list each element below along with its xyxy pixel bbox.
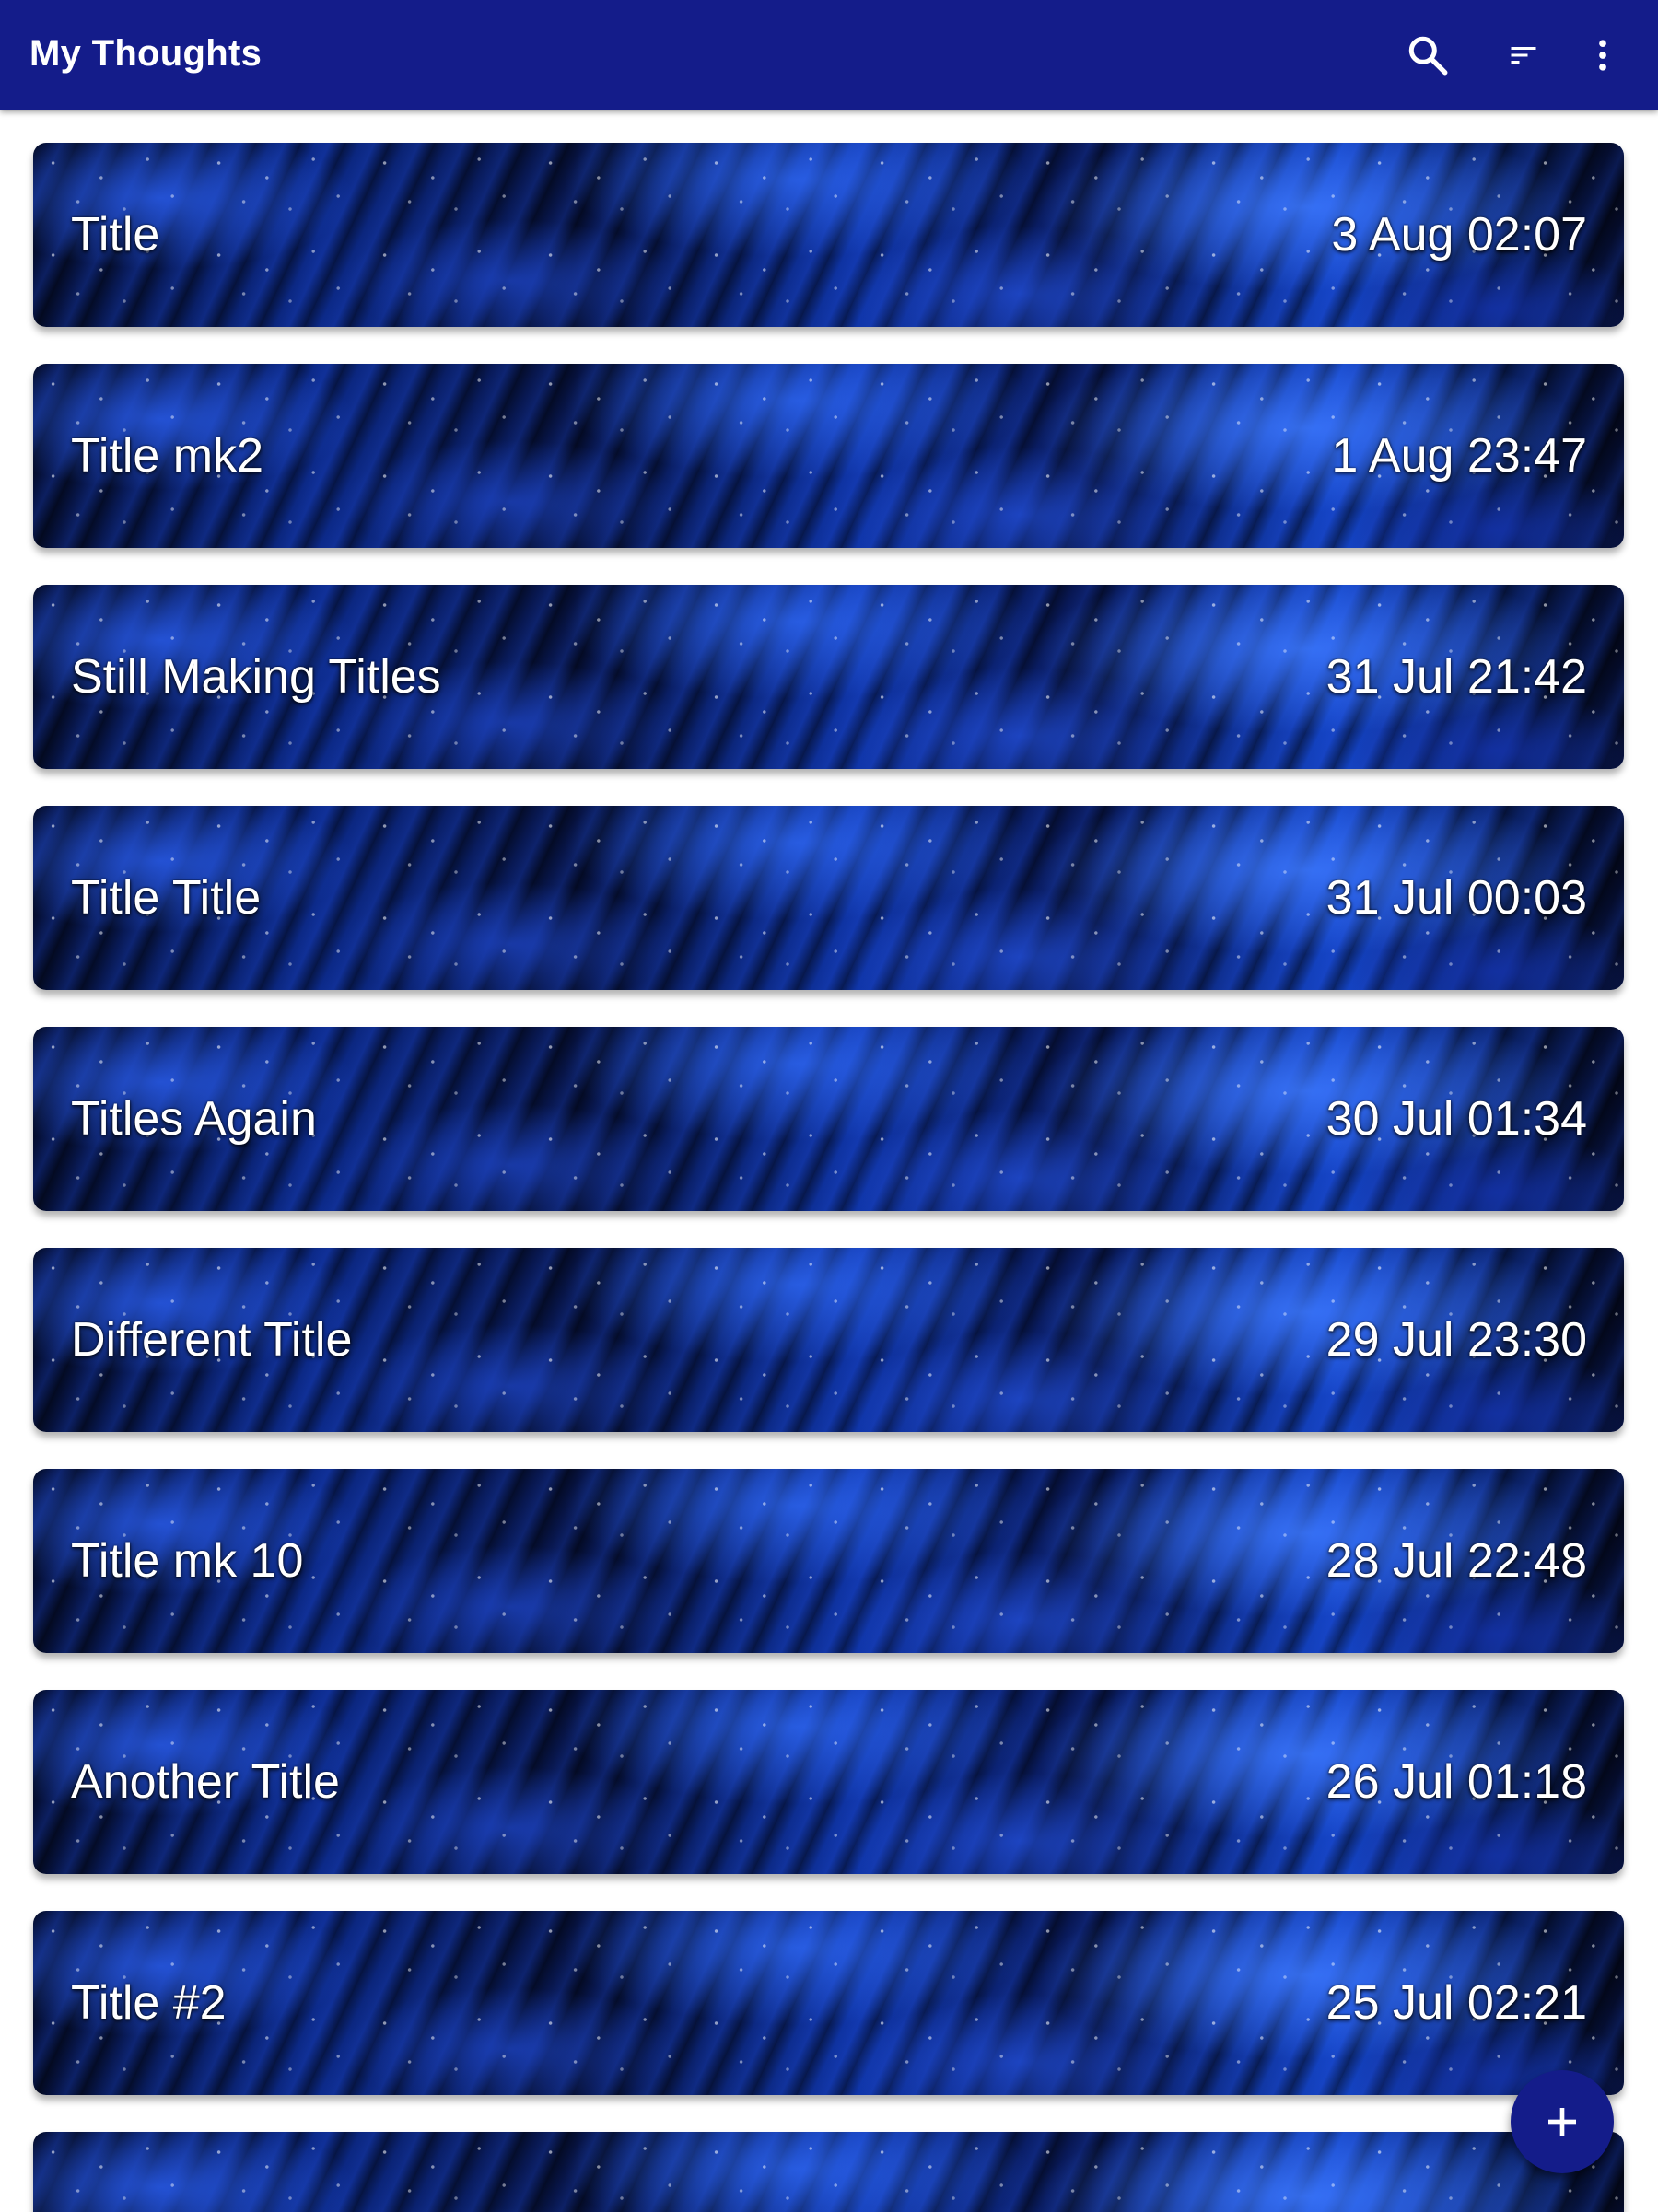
note-title: Another Title: [71, 1755, 340, 1809]
note-title: Different Title: [71, 1313, 353, 1367]
sort-icon: [1511, 47, 1536, 64]
add-note-button[interactable]: [1511, 2070, 1614, 2173]
note-title: Still Making Titles: [71, 650, 441, 704]
app-bar: My Thoughts: [0, 0, 1658, 110]
note-card[interactable]: Title 3 Aug 02:07: [33, 143, 1624, 327]
sort-button[interactable]: [1489, 20, 1559, 90]
note-title: Title mk2: [71, 429, 263, 483]
note-title: Title #2: [71, 1976, 227, 2030]
note-card[interactable]: Title mk2 1 Aug 23:47: [33, 364, 1624, 548]
note-card[interactable]: Titles Again 30 Jul 01:34: [33, 1027, 1624, 1211]
note-date: 26 Jul 01:18: [1325, 1755, 1587, 1809]
note-card[interactable]: Title Title 31 Jul 00:03: [33, 806, 1624, 990]
search-button[interactable]: [1393, 20, 1463, 90]
note-card[interactable]: Title #2 25 Jul 02:21: [33, 1911, 1624, 2095]
notes-list[interactable]: Title 3 Aug 02:07 Title mk2 1 Aug 23:47 …: [0, 110, 1658, 2212]
search-icon: [1408, 36, 1448, 76]
more-vert-icon: [1599, 40, 1606, 71]
app-title: My Thoughts: [29, 33, 263, 74]
add-icon: [1548, 2108, 1576, 2136]
note-date: 3 Aug 02:07: [1331, 208, 1587, 262]
note-date: 1 Aug 23:47: [1331, 429, 1587, 483]
note-title: Title Title: [71, 871, 262, 925]
more-options-button[interactable]: [1568, 20, 1638, 90]
note-card-partial[interactable]: [33, 2132, 1624, 2212]
note-date: 25 Jul 02:21: [1325, 1976, 1587, 2030]
note-date: 28 Jul 22:48: [1325, 1534, 1587, 1588]
note-date: 31 Jul 21:42: [1325, 650, 1587, 704]
note-card[interactable]: Different Title 29 Jul 23:30: [33, 1248, 1624, 1432]
note-card[interactable]: Still Making Titles 31 Jul 21:42: [33, 585, 1624, 769]
note-card[interactable]: Title mk 10 28 Jul 22:48: [33, 1469, 1624, 1653]
note-date: 31 Jul 00:03: [1325, 871, 1587, 925]
note-title: Titles Again: [71, 1092, 317, 1146]
note-date: 29 Jul 23:30: [1325, 1313, 1587, 1367]
note-date: 30 Jul 01:34: [1325, 1092, 1587, 1146]
note-card[interactable]: Another Title 26 Jul 01:18: [33, 1690, 1624, 1874]
note-title: Title: [71, 208, 160, 262]
note-title: Title mk 10: [71, 1534, 304, 1588]
